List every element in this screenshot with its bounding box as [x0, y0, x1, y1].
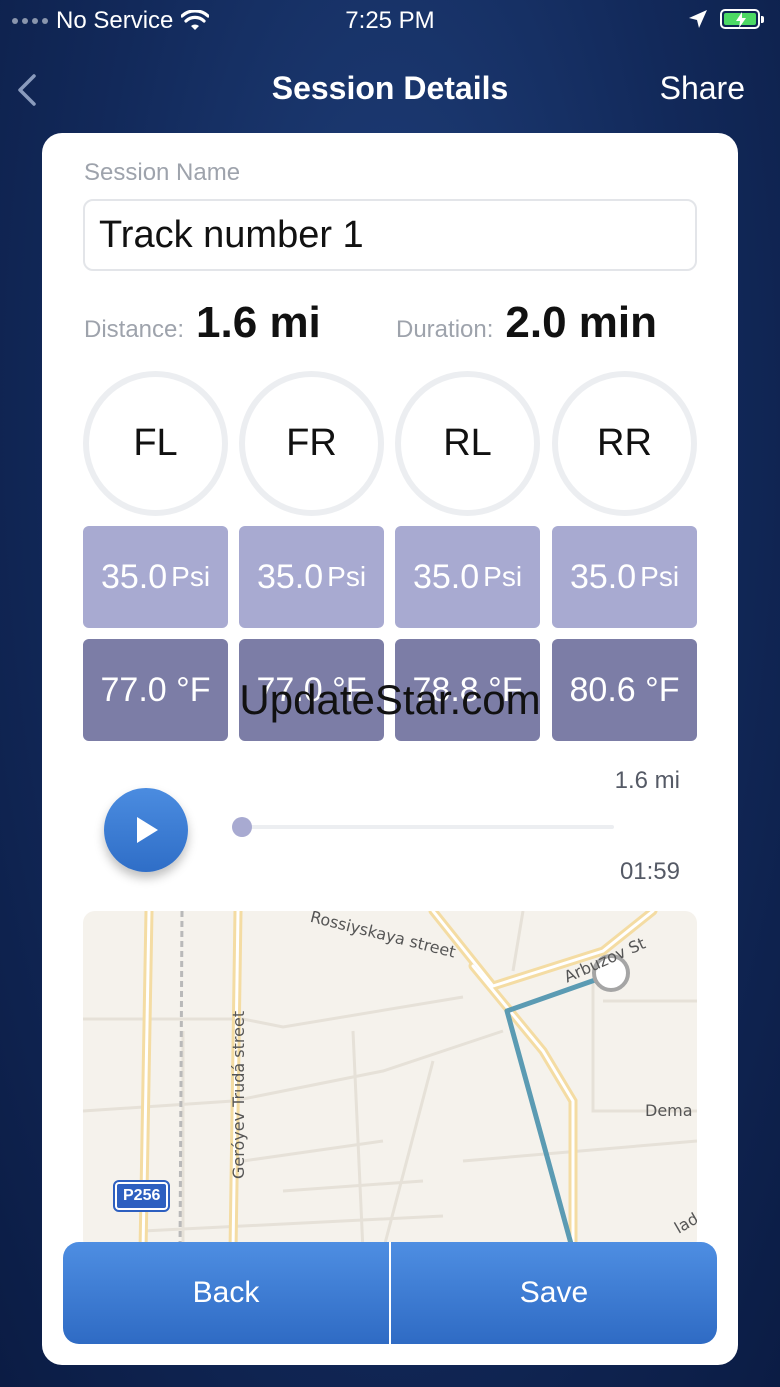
- playback-slider-track[interactable]: [240, 825, 614, 829]
- bottom-action-bar: Back Save: [63, 1242, 717, 1344]
- session-card: Session Name Distance: 1.6 mi Duration: …: [42, 133, 738, 1365]
- pressure-value: 35.0: [100, 557, 168, 596]
- player-distance: 1.6 mi: [614, 767, 680, 794]
- session-name-label: Session Name: [84, 159, 241, 186]
- distance-label: Distance:: [84, 316, 185, 343]
- route-badge: P256: [112, 1180, 171, 1212]
- tire-circle-rr[interactable]: RR: [552, 371, 697, 516]
- temperature-value: 77.0 °F: [256, 670, 367, 709]
- playback-slider-thumb[interactable]: [232, 817, 252, 837]
- temperature-tile-fr: 77.0 °F: [239, 639, 384, 741]
- duration-value: 2.0 min: [505, 298, 658, 347]
- tire-circle-fl[interactable]: FL: [83, 371, 228, 516]
- pressure-tile-rl: 35.0 Psi: [395, 526, 540, 628]
- status-right: [688, 9, 764, 29]
- share-button[interactable]: Share: [660, 70, 745, 107]
- pressure-unit: Psi: [640, 561, 680, 592]
- pressure-unit: Psi: [483, 561, 523, 592]
- distance-value: 1.6 mi: [196, 298, 321, 347]
- save-button[interactable]: Save: [391, 1242, 717, 1344]
- tire-circle-fr[interactable]: FR: [239, 371, 384, 516]
- status-bar: No Service 7:25 PM: [0, 0, 780, 44]
- pressure-value: 35.0: [412, 557, 480, 596]
- temperature-value: 80.6 °F: [569, 670, 680, 709]
- back-button[interactable]: Back: [63, 1242, 389, 1344]
- temperature-tile-rr: 80.6 °F: [552, 639, 697, 741]
- pressure-value: 35.0: [569, 557, 637, 596]
- temperature-tile-fl: 77.0 °F: [83, 639, 228, 741]
- distance-stat: Distance: 1.6 mi: [84, 298, 321, 348]
- pressure-unit: Psi: [171, 561, 211, 592]
- street-label: Dema: [645, 1101, 693, 1120]
- pressure-value: 35.0: [256, 557, 324, 596]
- location-arrow-icon: [689, 10, 707, 28]
- temperature-tile-rl: 78.8 °F: [395, 639, 540, 741]
- play-icon: [137, 817, 158, 843]
- tire-circle-rl[interactable]: RL: [395, 371, 540, 516]
- pressure-unit: Psi: [327, 561, 367, 592]
- street-label: Geróyev Trudá street: [229, 1010, 248, 1179]
- temperature-value: 77.0 °F: [100, 670, 211, 709]
- pressure-tile-fr: 35.0 Psi: [239, 526, 384, 628]
- player-time: 01:59: [619, 858, 680, 885]
- duration-stat: Duration: 2.0 min: [396, 298, 657, 348]
- duration-label: Duration:: [396, 316, 494, 343]
- pressure-tile-fl: 35.0 Psi: [83, 526, 228, 628]
- session-name-input[interactable]: [83, 199, 697, 271]
- play-button[interactable]: [104, 788, 188, 872]
- temperature-value: 78.8 °F: [412, 670, 523, 709]
- navigation-bar: Session Details Share: [0, 60, 780, 120]
- pressure-tile-rr: 35.0 Psi: [552, 526, 697, 628]
- status-time: 7:25 PM: [345, 7, 435, 34]
- route-map[interactable]: Rossiyskaya street Arbuzov St Geróyev Tr…: [83, 911, 697, 1251]
- battery-icon: [720, 9, 764, 29]
